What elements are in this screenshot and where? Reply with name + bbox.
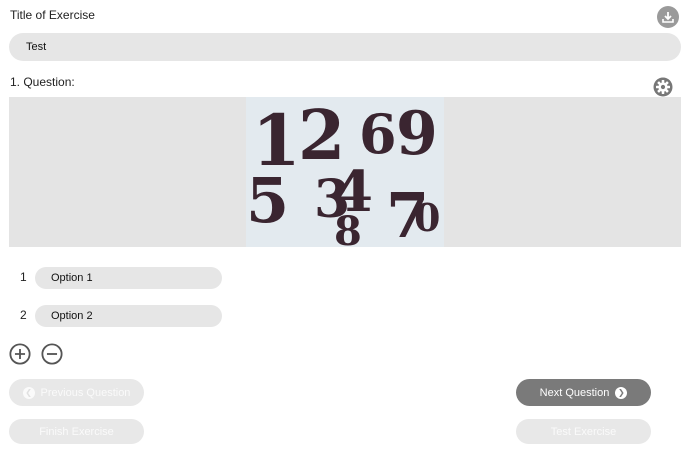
option-input-1[interactable]: Option 1 <box>35 267 222 289</box>
test-exercise-button[interactable]: Test Exercise <box>516 419 651 444</box>
svg-text:0: 0 <box>414 195 440 240</box>
svg-text:6: 6 <box>359 102 397 166</box>
download-button[interactable] <box>657 6 679 28</box>
svg-text:5: 5 <box>246 164 289 237</box>
plus-circle-icon <box>9 343 31 365</box>
finish-exercise-button[interactable]: Finish Exercise <box>9 419 144 444</box>
gear-icon <box>653 77 673 97</box>
previous-question-button[interactable]: ❮ Previous Question <box>9 379 144 406</box>
next-question-button[interactable]: Next Question ❯ <box>516 379 651 406</box>
remove-option-button[interactable] <box>41 343 63 370</box>
download-icon <box>662 12 674 23</box>
svg-text:9: 9 <box>396 99 438 169</box>
minus-circle-icon <box>41 343 63 365</box>
question-image: 1 2 6 9 5 3 4 8 7 0 <box>246 97 444 247</box>
title-label: Title of Exercise <box>10 8 95 22</box>
add-option-button[interactable] <box>9 343 31 370</box>
question-label: 1. Question: <box>10 75 75 89</box>
chevron-right-icon: ❯ <box>615 386 628 399</box>
question-image-area: 1 2 6 9 5 3 4 8 7 0 <box>9 97 681 247</box>
chevron-left-icon: ❮ <box>22 386 35 399</box>
option-number-2: 2 <box>20 308 27 322</box>
title-input[interactable]: Test <box>9 33 681 61</box>
previous-question-label: Previous Question <box>40 386 131 399</box>
next-question-label: Next Question <box>539 386 610 399</box>
numbers-image: 1 2 6 9 5 3 4 8 7 0 <box>246 97 444 247</box>
option-number-1: 1 <box>20 270 27 284</box>
option-input-2[interactable]: Option 2 <box>35 305 222 327</box>
svg-text:8: 8 <box>334 208 362 247</box>
question-settings-button[interactable] <box>653 77 673 97</box>
